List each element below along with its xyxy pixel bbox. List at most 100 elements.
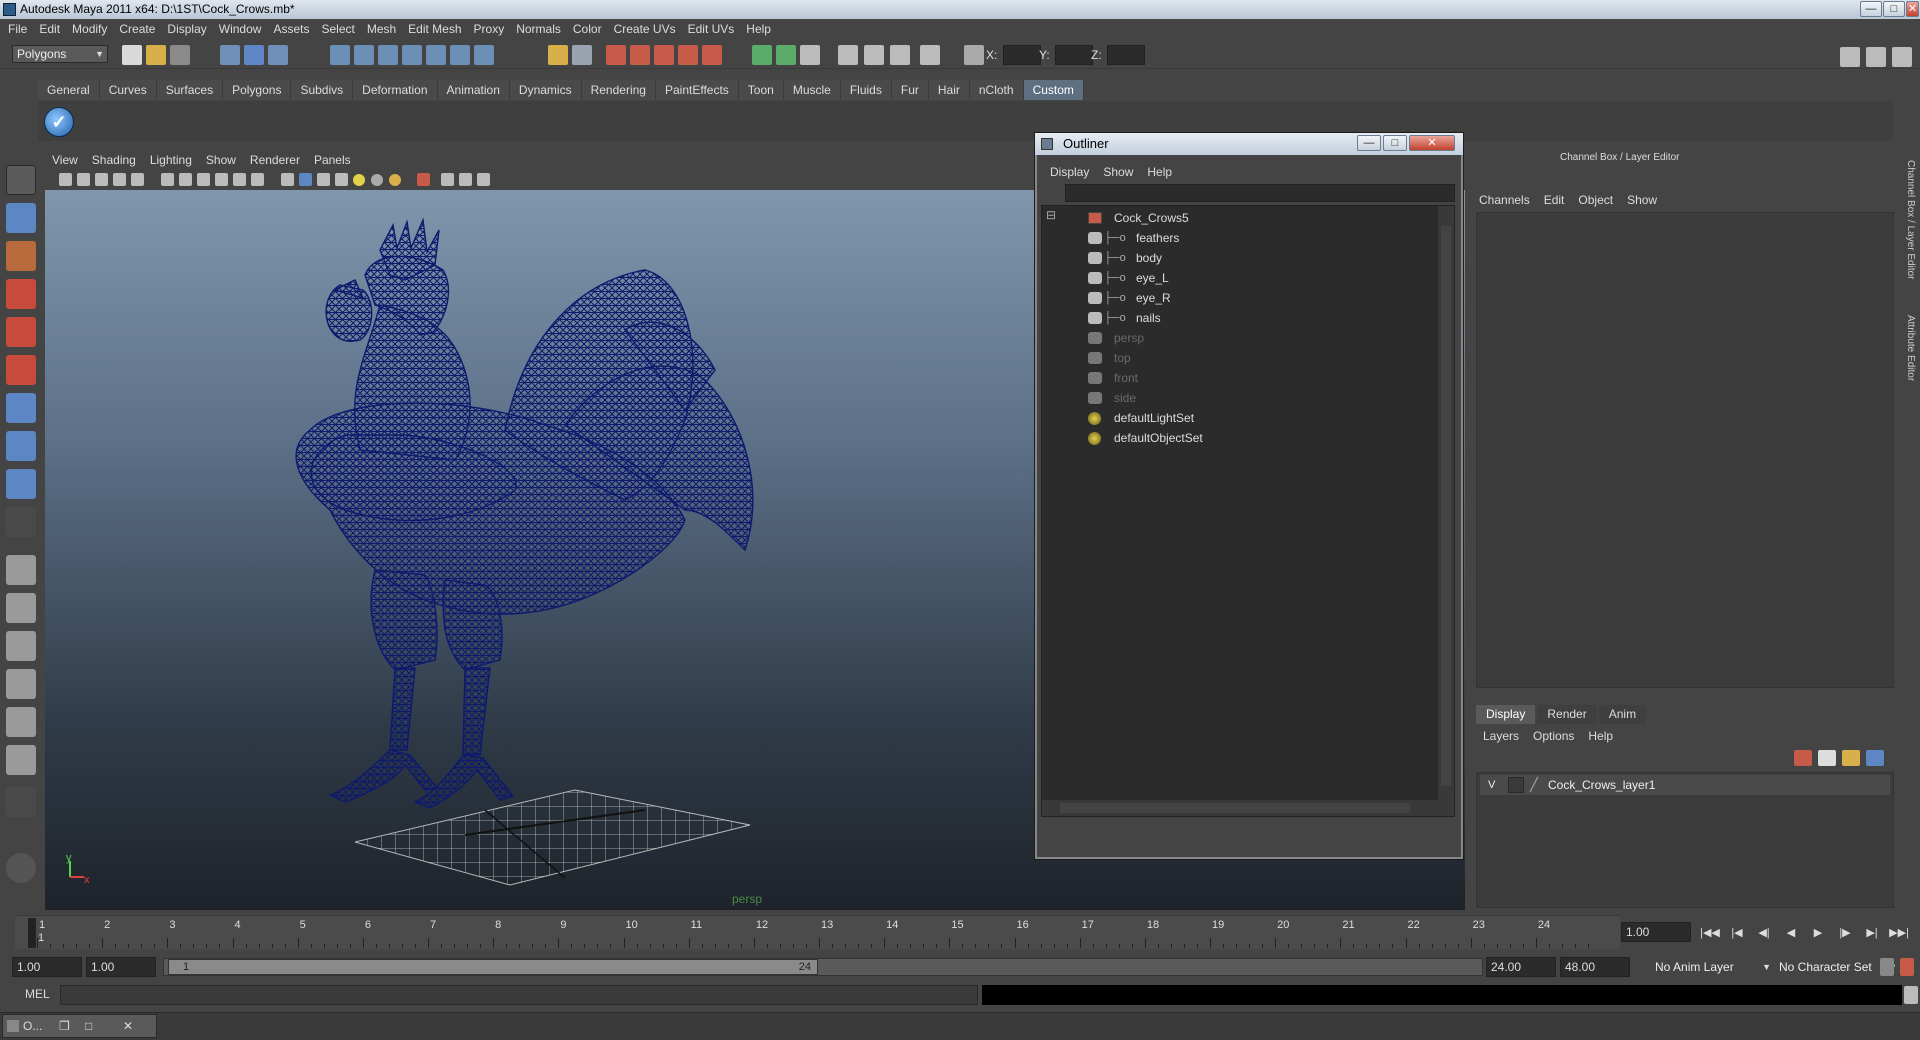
input-output-icon[interactable] [548, 45, 568, 65]
layer-tab[interactable]: Render [1537, 705, 1597, 724]
current-time-field[interactable]: 1.00 [1621, 922, 1691, 942]
playback-button[interactable]: ◀ [1781, 925, 1801, 941]
outliner-item[interactable]: side [1042, 388, 1437, 408]
layer-help-icon[interactable] [1866, 750, 1884, 766]
shelf-tab[interactable]: Fur [891, 80, 929, 100]
camera-attributes-icon[interactable] [95, 173, 108, 186]
show-manipulator-icon[interactable] [6, 469, 36, 499]
start-time-field[interactable]: 1.00 [12, 957, 82, 977]
snap-view-plane-icon[interactable] [402, 45, 422, 65]
menu-item[interactable]: Window [213, 19, 268, 39]
construction-history-icon[interactable] [572, 45, 592, 65]
custom-shelf-check-icon[interactable]: ✓ [44, 107, 74, 137]
menu-item[interactable]: Color [567, 19, 608, 39]
outliner-item[interactable]: ├─o body [1042, 248, 1437, 268]
layout-four-icon[interactable] [890, 45, 910, 65]
gate-mask-icon[interactable] [215, 173, 228, 186]
current-frame-marker[interactable]: 1 [28, 918, 44, 948]
channel-box-menu-item[interactable]: Show [1620, 190, 1664, 210]
x-input[interactable] [1003, 45, 1041, 65]
soft-modification-icon[interactable] [6, 431, 36, 461]
close-icon[interactable]: ✕ [123, 1015, 133, 1037]
key-icon[interactable] [1880, 958, 1894, 976]
menu-item[interactable]: File [0, 19, 33, 39]
use-all-lights-icon[interactable] [353, 174, 365, 186]
outliner-item[interactable]: defaultObjectSet [1042, 428, 1437, 448]
render-settings-icon[interactable] [654, 45, 674, 65]
snap-grid-icon[interactable] [330, 45, 350, 65]
help-icon[interactable] [474, 45, 494, 65]
perspective-outliner-layout-icon[interactable] [6, 631, 36, 661]
viewport-menu-item[interactable]: Lighting [143, 150, 199, 170]
viewport-menu-item[interactable]: Show [199, 150, 243, 170]
layer-visibility-toggle[interactable]: V [1488, 777, 1504, 793]
layer-row[interactable]: V ╱ Cock_Crows_layer1 [1480, 775, 1890, 795]
end-time-field[interactable]: 48.00 [1560, 957, 1630, 977]
menu-item[interactable]: Edit Mesh [402, 19, 467, 39]
outliner-item[interactable]: persp [1042, 328, 1437, 348]
move-tool-icon[interactable] [6, 279, 36, 309]
playback-button[interactable]: |▶ [1835, 925, 1855, 941]
minimize-button[interactable]: — [1860, 1, 1882, 17]
menu-item[interactable]: Select [315, 19, 360, 39]
attribute-editor-side-tab[interactable]: Attribute Editor [1905, 315, 1916, 381]
perspective-graph-layout-icon[interactable] [6, 669, 36, 699]
high-quality-icon[interactable] [389, 174, 401, 186]
outliner-menu-item[interactable]: Help [1140, 163, 1179, 181]
menu-item[interactable]: Edit [33, 19, 66, 39]
outliner-hscroll-thumb[interactable] [1060, 803, 1410, 813]
z-input[interactable] [1107, 45, 1145, 65]
shelf-tab[interactable]: Dynamics [509, 80, 582, 100]
outliner-minimize-button[interactable]: — [1357, 135, 1381, 151]
new-layer-icon[interactable] [1818, 750, 1836, 766]
show-channel-box-icon[interactable] [1892, 47, 1912, 67]
grid-icon[interactable] [161, 173, 174, 186]
resolution-gate-icon[interactable] [197, 173, 210, 186]
shadows-icon[interactable] [371, 174, 383, 186]
playback-button[interactable]: ◀| [1754, 925, 1774, 941]
minimized-outliner-item[interactable]: O... ❐ □ ✕ [2, 1014, 157, 1038]
history-icon[interactable] [450, 45, 470, 65]
safe-action-icon[interactable] [251, 173, 264, 186]
playback-start-field[interactable]: 1.00 [86, 957, 156, 977]
paint-select-tool-icon[interactable] [6, 241, 36, 271]
shelf-tab[interactable]: Rendering [581, 80, 656, 100]
show-attribute-editor-icon[interactable] [1840, 47, 1860, 67]
shelf-tab[interactable]: Deformation [353, 80, 438, 100]
layout-two-icon[interactable] [864, 45, 884, 65]
layer-color-swatch-icon[interactable]: ╱ [1530, 777, 1538, 793]
layer-tab[interactable]: Display [1476, 705, 1536, 724]
outliner-scroll-thumb[interactable] [1441, 226, 1451, 786]
playback-button[interactable]: ▶| [1862, 925, 1882, 941]
outliner-item[interactable]: Cock_Crows5 [1042, 208, 1437, 228]
sculpt-icon[interactable] [752, 45, 772, 65]
mel-command-input[interactable] [60, 985, 978, 1005]
viewport-menu-item[interactable]: View [45, 150, 85, 170]
numeric-input-icon[interactable] [964, 45, 984, 65]
camera-select-icon[interactable] [59, 173, 72, 186]
shelf-tab[interactable]: Polygons [223, 80, 292, 100]
channel-box-side-tab[interactable]: Channel Box / Layer Editor [1905, 160, 1916, 280]
bookmarks-icon[interactable] [113, 173, 126, 186]
maximize-icon[interactable]: □ [85, 1015, 92, 1037]
select-hierarchy-icon[interactable] [220, 45, 240, 65]
viewport-icon-strip[interactable] [45, 170, 565, 190]
isolate-select-icon[interactable] [417, 173, 430, 186]
playback-button[interactable]: ▶▶| [1889, 925, 1909, 941]
shelf-tab[interactable]: Curves [99, 80, 157, 100]
menu-item[interactable]: Help [740, 19, 777, 39]
film-gate-icon[interactable] [179, 173, 192, 186]
shelf-tab[interactable]: nCloth [969, 80, 1024, 100]
single-perspective-layout-icon[interactable] [6, 555, 36, 585]
outliner-item[interactable]: ├─o nails [1042, 308, 1437, 328]
shelf-tab[interactable]: Animation [437, 80, 510, 100]
layer-menu-item[interactable]: Help [1581, 726, 1620, 746]
menu-item[interactable]: Create UVs [608, 19, 682, 39]
maximize-button[interactable]: □ [1883, 1, 1905, 17]
menu-item[interactable]: Create [113, 19, 161, 39]
outliner-item[interactable]: ├─o eye_L [1042, 268, 1437, 288]
smooth-shade-icon[interactable] [299, 173, 312, 186]
transform-mode-icon[interactable] [920, 45, 940, 65]
panel-icon[interactable] [800, 45, 820, 65]
menu-item[interactable]: Normals [510, 19, 567, 39]
